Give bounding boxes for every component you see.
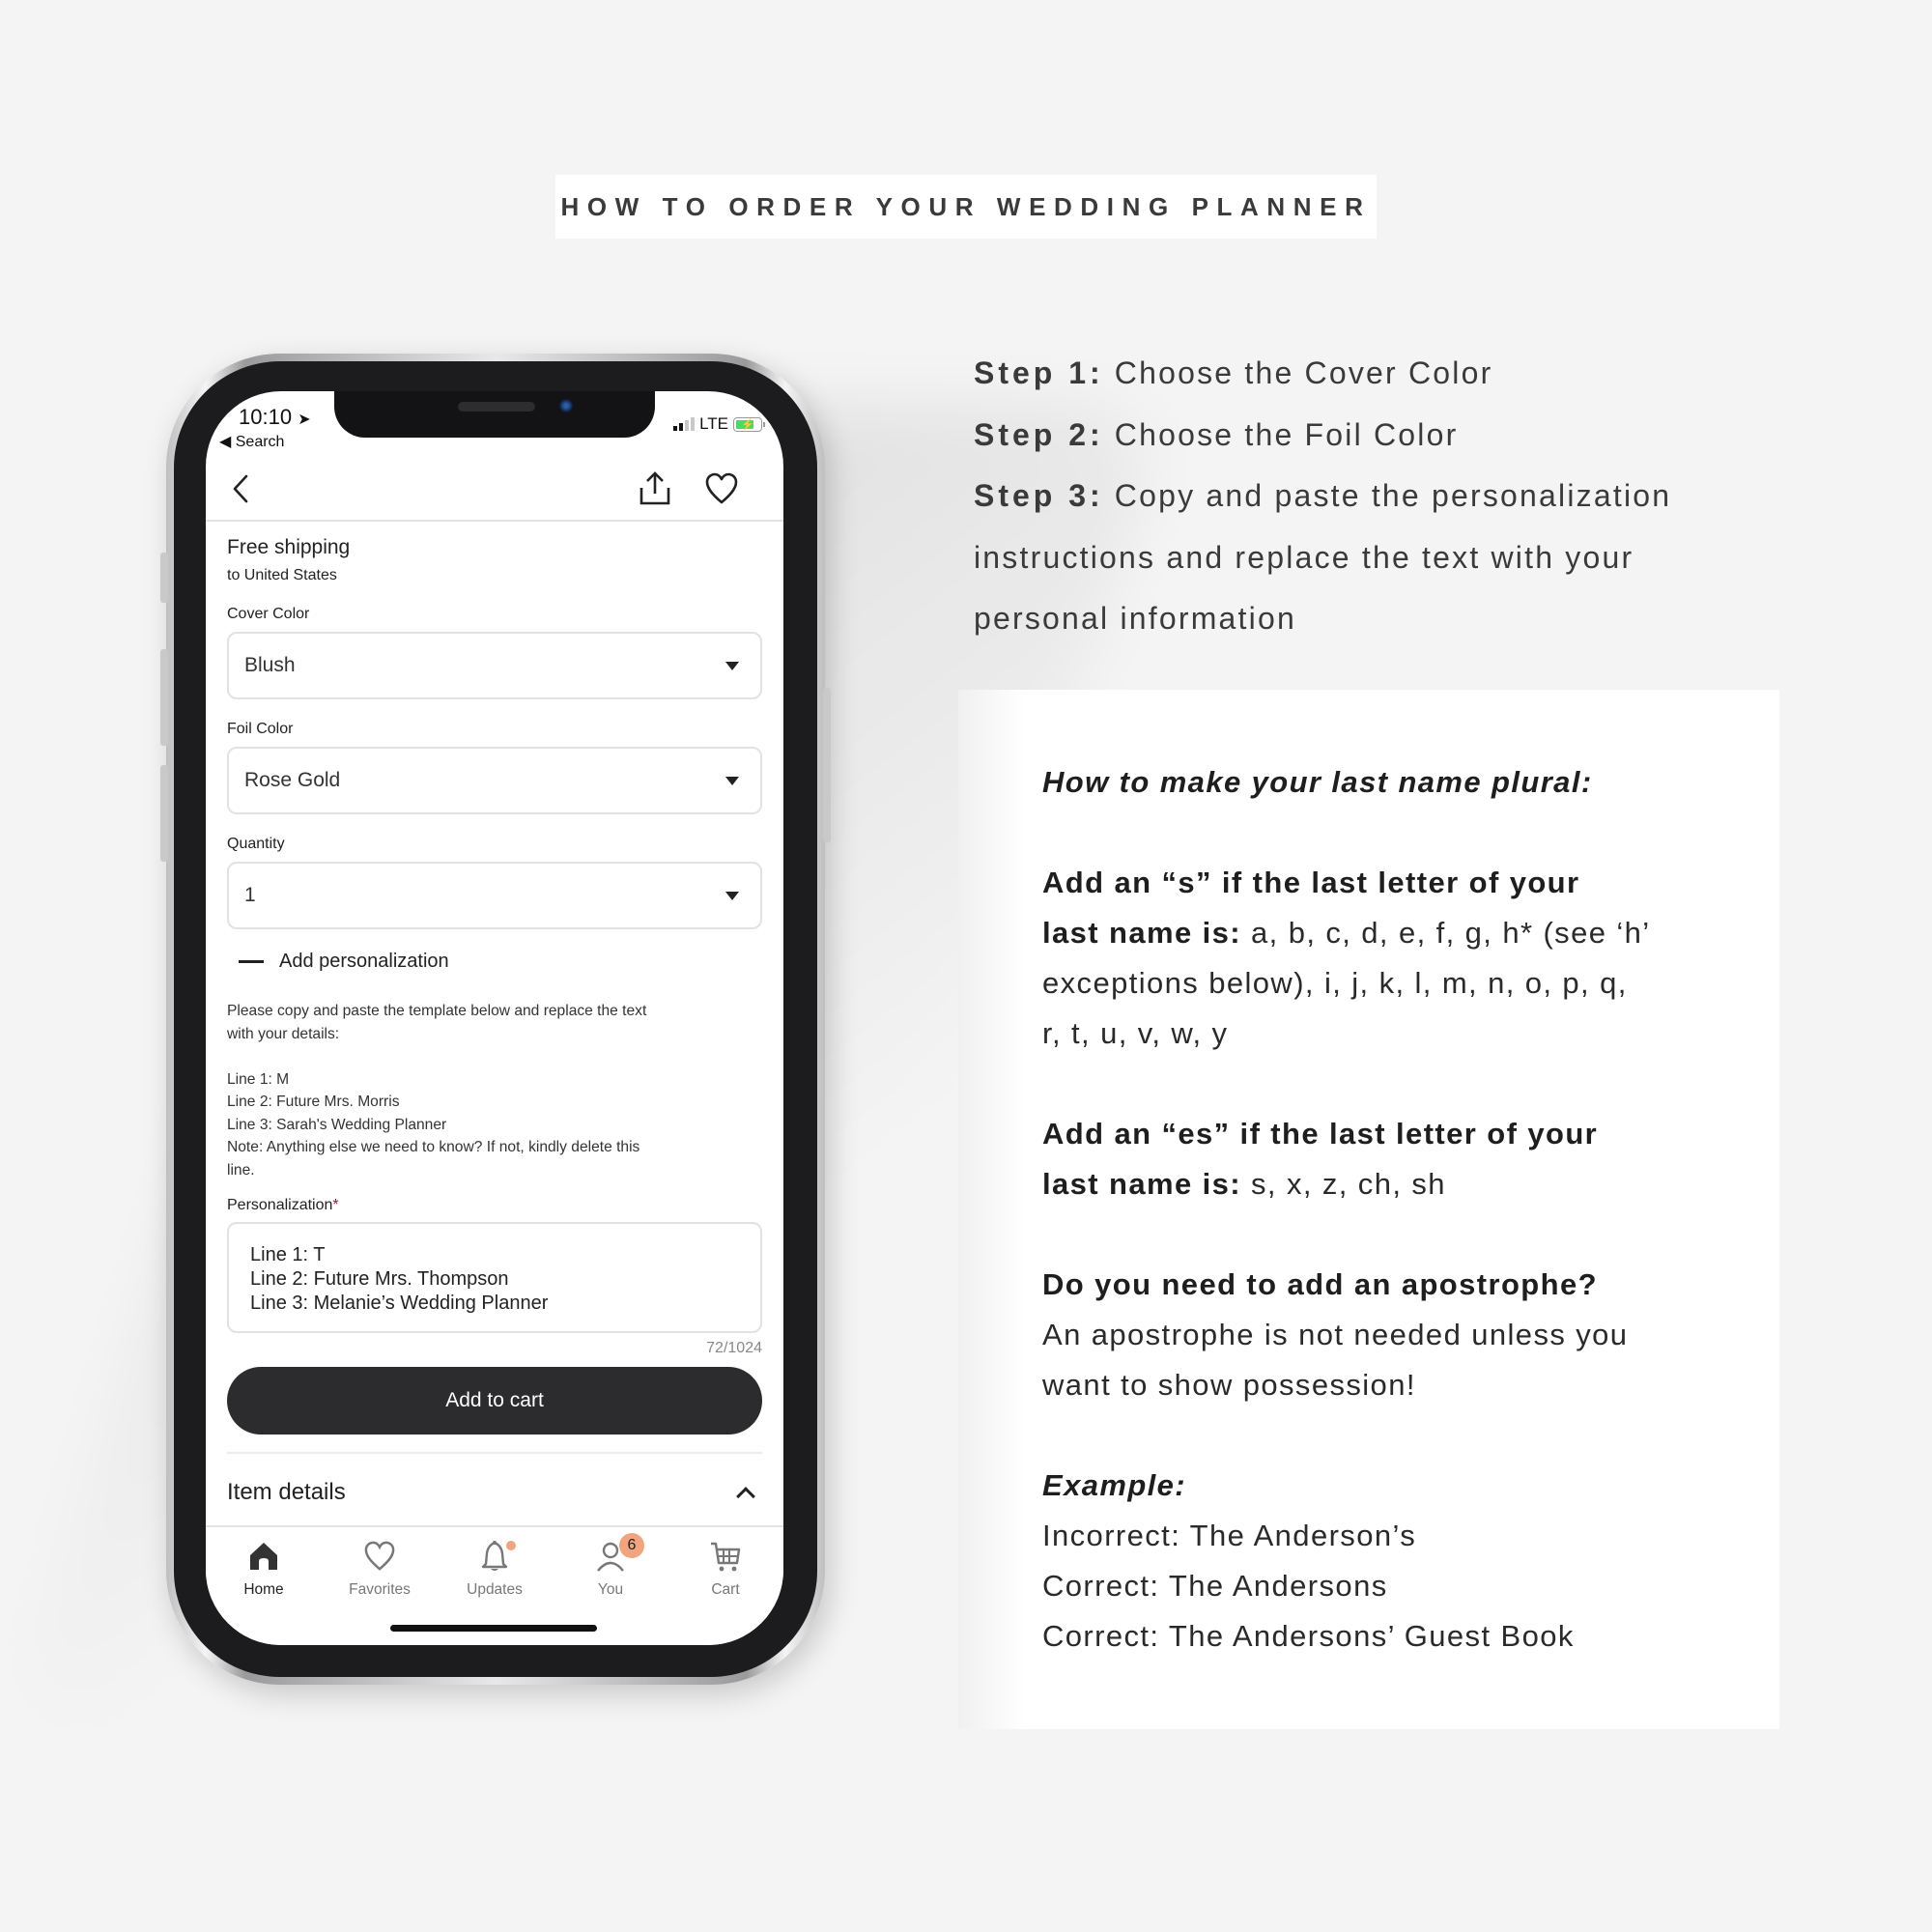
updates-notification-dot	[506, 1541, 516, 1550]
instruction-line: line.	[227, 1161, 255, 1179]
phone-volume-up	[160, 649, 168, 746]
caret-down-icon	[725, 776, 739, 785]
signal-icon	[673, 417, 696, 431]
battery-charging-icon: ⚡	[733, 416, 765, 432]
heart-icon[interactable]	[704, 472, 739, 505]
share-icon[interactable]	[638, 470, 672, 507]
caret-down-icon	[725, 661, 739, 670]
example-heading: Example:	[1042, 1468, 1187, 1502]
page-title: HOW TO ORDER YOUR WEDDING PLANNER	[560, 191, 1372, 221]
required-mark: *	[332, 1197, 339, 1213]
order-steps: Step 1: Choose the Cover Color Step 2: C…	[974, 343, 1747, 650]
apostrophe-text: want to show possession!	[1042, 1368, 1416, 1402]
tab-you[interactable]: 6 You	[562, 1533, 659, 1599]
item-details-toggle[interactable]: Item details	[227, 1479, 762, 1506]
example-line: Correct: The Andersons	[1042, 1569, 1388, 1603]
textarea-line: Line 3: Melanie’s Wedding Planner	[250, 1293, 549, 1314]
instruction-line: with your details:	[227, 1025, 340, 1042]
back-to-search-link[interactable]: ◀ Search	[219, 432, 284, 451]
textarea-line: Line 2: Future Mrs. Thompson	[250, 1268, 509, 1290]
location-arrow-icon: ➤	[298, 412, 311, 428]
cover-color-select[interactable]: Blush	[227, 632, 762, 699]
rule-s-line: last name is: a, b, c, d, e, f, g, h* (s…	[1042, 916, 1651, 950]
rule-s-line: r, t, u, v, w, y	[1042, 1016, 1229, 1050]
quantity-select[interactable]: 1	[227, 862, 762, 929]
quantity-value: 1	[244, 884, 256, 906]
front-camera	[559, 399, 573, 412]
phone-silent-switch	[160, 553, 168, 603]
speaker	[458, 402, 535, 412]
step-3-continued: instructions and replace the text with y…	[974, 539, 1634, 575]
instruction-line	[227, 1045, 762, 1068]
foil-color-value: Rose Gold	[244, 769, 341, 791]
phone-power-button	[823, 688, 831, 842]
cart-icon	[711, 1542, 741, 1572]
tab-cart[interactable]: Cart	[677, 1535, 774, 1599]
apostrophe-heading: Do you need to add an apostrophe?	[1042, 1267, 1598, 1301]
instruction-line: Line 3: Sarah's Wedding Planner	[227, 1116, 447, 1133]
home-icon	[250, 1543, 277, 1570]
textarea-line: Line 1: T	[250, 1244, 326, 1265]
step-3: Step 3: Copy and paste the personalizati…	[974, 478, 1672, 513]
rule-s-line: exceptions below), i, j, k, l, m, n, o, …	[1042, 966, 1628, 1000]
instruction-line: Please copy and paste the template below…	[227, 1003, 647, 1019]
apostrophe-text: An apostrophe is not needed unless you	[1042, 1318, 1629, 1351]
step-2: Step 2: Choose the Foil Color	[974, 416, 1459, 452]
step-3-continued: personal information	[974, 601, 1296, 636]
instruction-line: Note: Anything else we need to know? If …	[227, 1139, 640, 1155]
add-to-cart-button[interactable]: Add to cart	[227, 1367, 762, 1435]
divider	[227, 1452, 762, 1454]
chevron-left-icon[interactable]	[227, 472, 256, 505]
plural-heading: How to make your last name plural:	[1042, 765, 1593, 799]
shipping-title: Free shipping	[227, 536, 351, 558]
notch	[334, 391, 655, 438]
notification-badge: 6	[619, 1533, 644, 1558]
status-indicators: LTE ⚡	[673, 414, 765, 434]
example-line: Correct: The Andersons’ Guest Book	[1042, 1619, 1575, 1653]
foil-color-label: Foil Color	[227, 721, 294, 737]
app-header	[206, 459, 783, 522]
status-time: 10:10 ➤	[239, 405, 311, 429]
step-1: Step 1: Choose the Cover Color	[974, 355, 1493, 390]
cover-color-value: Blush	[244, 654, 296, 676]
foil-color-select[interactable]: Rose Gold	[227, 747, 762, 814]
rule-s: Add an “s” if the last letter of your	[1042, 866, 1580, 899]
rule-es-line: last name is: s, x, z, ch, sh	[1042, 1167, 1446, 1201]
item-details-label: Item details	[227, 1479, 346, 1505]
shipping-destination: to United States	[227, 567, 337, 583]
instruction-line: Line 2: Future Mrs. Morris	[227, 1094, 400, 1110]
quantity-label: Quantity	[227, 836, 285, 852]
character-counter: 72/1024	[706, 1340, 762, 1356]
minus-icon	[239, 960, 264, 963]
network-label: LTE	[699, 414, 728, 433]
page-title-box: HOW TO ORDER YOUR WEDDING PLANNER	[555, 175, 1377, 239]
home-indicator	[390, 1625, 597, 1632]
phone-volume-down	[160, 765, 168, 862]
listing-content: Free shipping to United States Cover Col…	[227, 536, 762, 1506]
caret-down-icon	[725, 891, 739, 900]
personalization-instructions: Please copy and paste the template below…	[227, 1000, 762, 1181]
plural-instructions-card: How to make your last name plural: Add a…	[958, 690, 1779, 1729]
heart-icon	[364, 1541, 395, 1571]
chevron-up-icon	[736, 1487, 755, 1506]
tab-updates[interactable]: Updates	[446, 1535, 543, 1599]
cover-color-label: Cover Color	[227, 606, 310, 622]
example-line: Incorrect: The Anderson’s	[1042, 1519, 1417, 1552]
tab-home[interactable]: Home	[215, 1535, 312, 1599]
add-personalization-label: Add personalization	[279, 951, 449, 972]
rule-es: Add an “es” if the last letter of your	[1042, 1117, 1599, 1151]
phone-screen: 10:10 ➤ ◀ Search LTE ⚡ Free shipping to …	[206, 391, 783, 1645]
add-personalization-toggle[interactable]: Add personalization	[227, 951, 762, 973]
instruction-line: Line 1: M	[227, 1070, 290, 1088]
tab-favorites[interactable]: Favorites	[331, 1535, 428, 1599]
personalization-textarea[interactable]: Line 1: T Line 2: Future Mrs. Thompson L…	[227, 1222, 762, 1333]
personalization-label: Personalization*	[227, 1197, 339, 1213]
